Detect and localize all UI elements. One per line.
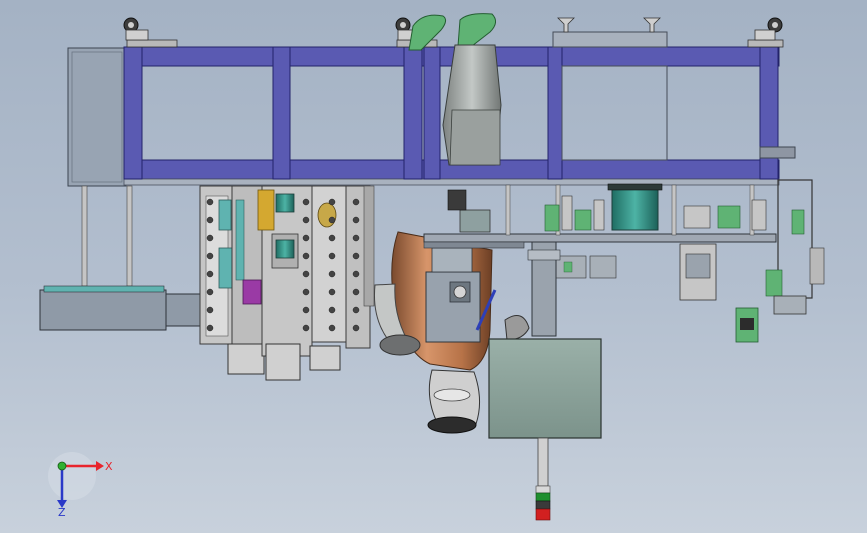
bolt-hole [206, 288, 214, 296]
control-cabinet [488, 338, 602, 487]
bolt-hole [302, 216, 310, 224]
bolt-hole [352, 252, 360, 260]
bolt-hole [328, 324, 336, 332]
bolt-hole [352, 324, 360, 332]
bolt-hole [352, 216, 360, 224]
bolt-hole [206, 324, 214, 332]
tooling-rack [39, 185, 375, 381]
bolt-hole [206, 216, 214, 224]
bolt-hole [302, 288, 310, 296]
bolt-hole [302, 198, 310, 206]
assembly-drawing: X Z [39, 13, 825, 521]
bolt-hole [328, 270, 336, 278]
bolt-hole [328, 198, 336, 206]
bolt-hole [206, 270, 214, 278]
bolt-hole [302, 252, 310, 260]
bolt-hole [352, 288, 360, 296]
bolt-hole [328, 306, 336, 314]
bolt-hole [352, 306, 360, 314]
bolt-hole [302, 324, 310, 332]
bolt-hole [328, 216, 336, 224]
stack-light [535, 485, 551, 521]
bolt-hole [302, 270, 310, 278]
bolt-hole [206, 306, 214, 314]
bolt-hole [328, 234, 336, 242]
bolt-hole [206, 234, 214, 242]
z-axis-label: Z [58, 506, 66, 519]
bolt-hole [328, 252, 336, 260]
bolt-hole [352, 234, 360, 242]
bolt-hole [352, 270, 360, 278]
bolt-hole [352, 198, 360, 206]
bolt-hole [206, 198, 214, 206]
bolt-hole [328, 288, 336, 296]
bolt-hole [302, 234, 310, 242]
cad-viewport[interactable]: X Z [0, 0, 867, 533]
coordinate-triad: X Z [48, 452, 113, 519]
bolt-hole [206, 252, 214, 260]
leveling-feet [123, 17, 784, 48]
bolt-hole [302, 306, 310, 314]
gantry-frame [67, 31, 796, 187]
x-axis-label: X [105, 460, 113, 473]
